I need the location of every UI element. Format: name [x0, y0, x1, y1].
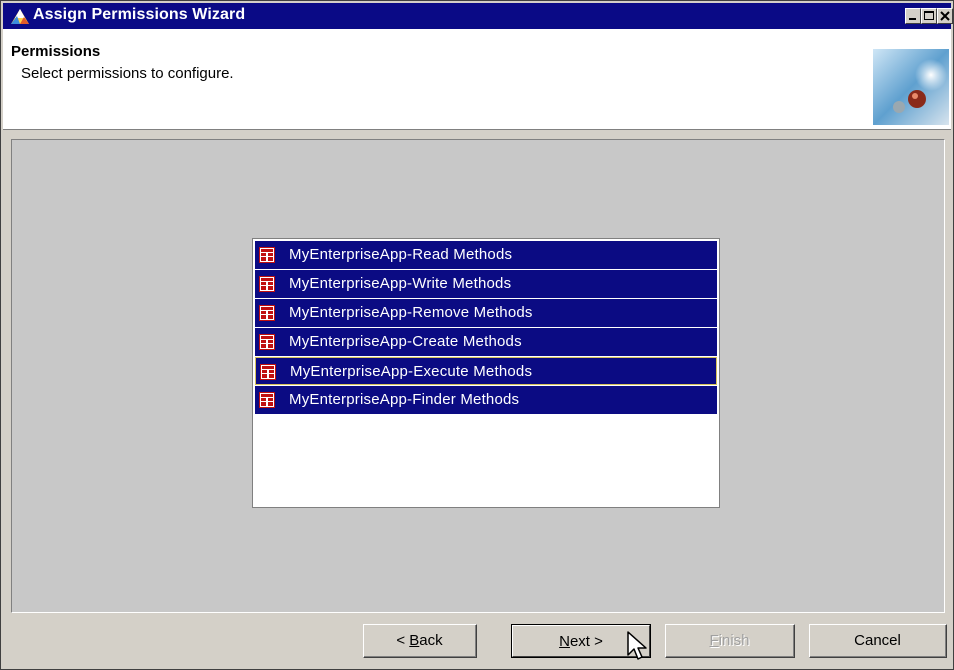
permission-list-icon	[259, 334, 275, 350]
permission-list-icon	[259, 276, 275, 292]
permission-list-icon	[259, 392, 275, 408]
title-bar[interactable]: Assign Permissions Wizard	[3, 3, 953, 29]
permission-list-icon	[260, 364, 276, 380]
window-title: Assign Permissions Wizard	[33, 6, 246, 23]
page-title: Permissions	[11, 43, 101, 60]
list-item-label: MyEnterpriseApp-Write Methods	[289, 275, 512, 292]
permission-list-icon	[259, 247, 275, 263]
wizard-header: Permissions Select permissions to config…	[3, 29, 951, 130]
list-item[interactable]: MyEnterpriseApp-Write Methods	[255, 270, 717, 298]
next-button-mnemonic: N	[559, 633, 570, 650]
permission-list-icon	[259, 305, 275, 321]
maximize-button[interactable]	[921, 8, 937, 24]
close-button[interactable]	[937, 8, 953, 24]
cancel-button-label: Cancel	[854, 632, 901, 649]
cancel-button[interactable]: Cancel	[809, 624, 947, 658]
back-button-label-post: ack	[419, 632, 443, 649]
list-item[interactable]: MyEnterpriseApp-Execute Methods	[255, 357, 717, 385]
list-item-label: MyEnterpriseApp-Read Methods	[289, 246, 513, 263]
finish-button[interactable]: Finish	[665, 624, 795, 658]
back-button-mnemonic: B	[409, 632, 420, 649]
list-item-label: MyEnterpriseApp-Remove Methods	[289, 304, 533, 321]
mouse-pointer-icon	[627, 631, 647, 660]
finish-button-label-post: inish	[718, 632, 750, 649]
minimize-button[interactable]	[905, 8, 921, 24]
cancel-button-face: Cancel	[810, 625, 946, 657]
minimize-icon	[909, 18, 916, 20]
list-item[interactable]: MyEnterpriseApp-Remove Methods	[255, 299, 717, 327]
list-item-label: MyEnterpriseApp-Create Methods	[289, 333, 522, 350]
list-item[interactable]: MyEnterpriseApp-Finder Methods	[255, 386, 717, 414]
finish-button-face: Finish	[666, 625, 794, 657]
next-button-label-post: ext >	[569, 633, 603, 650]
permissions-list[interactable]: MyEnterpriseApp-Read Methods MyEnterpris…	[252, 238, 720, 508]
app-icon	[11, 9, 29, 24]
wizard-window: Assign Permissions Wizard Permissions Se…	[0, 0, 954, 670]
back-button-label-pre: <	[396, 632, 410, 649]
close-icon	[940, 11, 950, 21]
list-item-label: MyEnterpriseApp-Execute Methods	[290, 363, 533, 380]
back-button[interactable]: < Back	[363, 624, 477, 658]
list-item-label: MyEnterpriseApp-Finder Methods	[289, 391, 520, 408]
page-subtitle: Select permissions to configure.	[21, 65, 234, 82]
list-item[interactable]: MyEnterpriseApp-Read Methods	[255, 241, 717, 269]
content-panel: MyEnterpriseApp-Read Methods MyEnterpris…	[11, 139, 945, 613]
maximize-icon	[924, 11, 934, 20]
list-item[interactable]: MyEnterpriseApp-Create Methods	[255, 328, 717, 356]
finish-button-mnemonic: F	[709, 632, 719, 649]
back-button-face: < Back	[364, 625, 476, 657]
wizard-graphic-icon	[873, 49, 949, 125]
